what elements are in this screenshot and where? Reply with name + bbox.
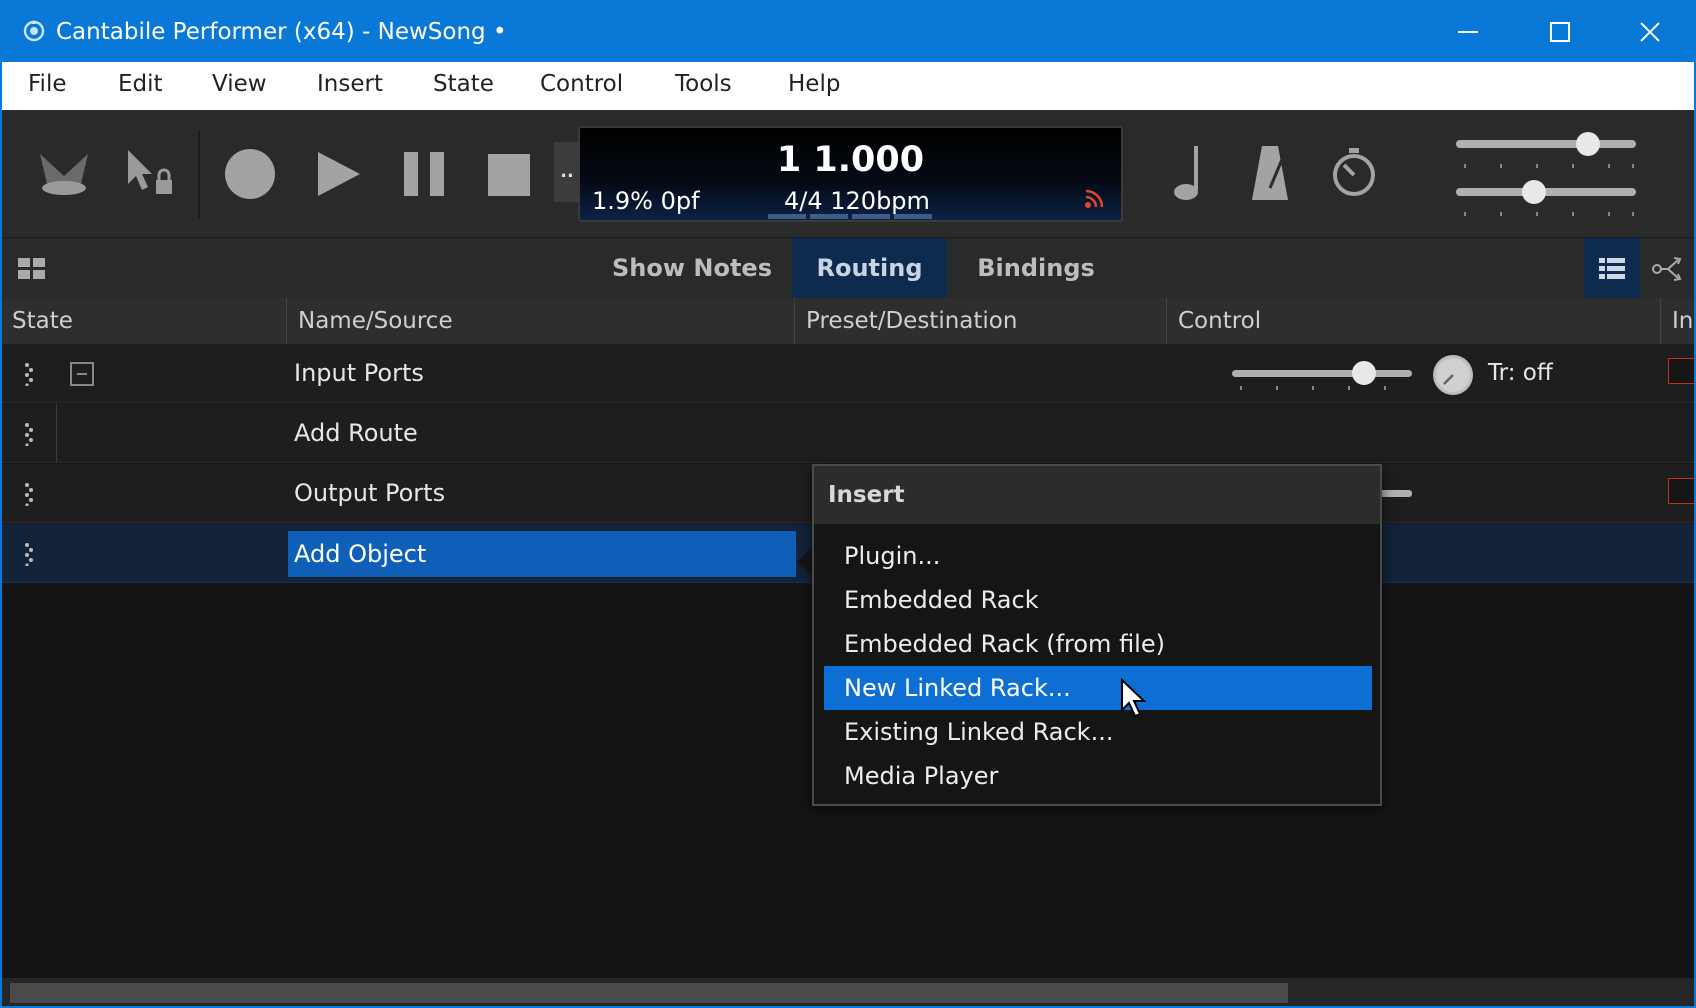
trigger-knob[interactable] bbox=[1432, 354, 1474, 396]
column-divider[interactable] bbox=[1166, 298, 1167, 344]
view-tabs-bar: Show Notes Routing Bindings bbox=[2, 238, 1694, 298]
tree-indent-line bbox=[56, 404, 57, 463]
row-name: Output Ports bbox=[294, 479, 446, 507]
tab-routing[interactable]: Routing bbox=[792, 238, 947, 298]
menu-item-existing-linked-rack[interactable]: Existing Linked Rack... bbox=[824, 710, 1372, 754]
toolbar-separator bbox=[198, 130, 200, 218]
song-position: 1 1.000 bbox=[776, 140, 925, 180]
window-title: Cantabile Performer (x64) - NewSong • bbox=[56, 19, 507, 45]
connections-view-icon[interactable] bbox=[1652, 256, 1682, 282]
play-icon[interactable] bbox=[316, 150, 362, 198]
transport-toolbar: .. 1 1.000 1.9% 0pf 4/4 120bpm bbox=[2, 110, 1694, 238]
close-icon bbox=[1640, 22, 1660, 42]
toolbar-overflow-button[interactable]: .. bbox=[554, 142, 580, 202]
midi-indicator bbox=[1668, 478, 1694, 504]
pointer-lock-icon[interactable] bbox=[122, 146, 174, 200]
menu-item-media-player[interactable]: Media Player bbox=[824, 754, 1372, 798]
grid-view-icon[interactable] bbox=[18, 258, 46, 280]
midi-indicator bbox=[1668, 358, 1694, 384]
row-name: Input Ports bbox=[294, 359, 424, 387]
timer-icon[interactable] bbox=[1330, 148, 1378, 198]
cpu-load: 1.9% 0pf bbox=[592, 187, 700, 215]
minimize-button[interactable] bbox=[1422, 2, 1514, 62]
menu-item-plugin[interactable]: Plugin... bbox=[824, 534, 1372, 578]
minimize-icon bbox=[1458, 31, 1478, 33]
close-button[interactable] bbox=[1604, 2, 1694, 62]
note-icon[interactable] bbox=[1172, 146, 1206, 202]
scrollbar-thumb[interactable] bbox=[10, 983, 1288, 1003]
menu-file[interactable]: File bbox=[28, 71, 67, 97]
add-object-button[interactable]: Add Object bbox=[288, 531, 796, 577]
column-control[interactable]: Control bbox=[1178, 298, 1261, 344]
list-view-button[interactable] bbox=[1584, 238, 1640, 298]
horizontal-scrollbar[interactable] bbox=[2, 978, 1694, 1006]
column-preset-destination[interactable]: Preset/Destination bbox=[806, 298, 1017, 344]
app-logo-icon bbox=[23, 20, 45, 42]
column-divider[interactable] bbox=[794, 298, 795, 344]
column-name-source[interactable]: Name/Source bbox=[298, 298, 453, 344]
midi-activity-icon bbox=[1085, 189, 1104, 208]
master-level-sliders[interactable] bbox=[1454, 130, 1640, 226]
drag-handle-icon[interactable] bbox=[24, 482, 34, 506]
row-add-route[interactable]: Add Route bbox=[2, 404, 1694, 463]
menu-bar: File Edit View Insert State Control Tool… bbox=[2, 62, 1694, 110]
menu-help[interactable]: Help bbox=[788, 71, 840, 97]
drag-handle-icon[interactable] bbox=[24, 542, 34, 566]
tab-show-notes[interactable]: Show Notes bbox=[606, 238, 778, 298]
popup-header: Insert bbox=[814, 466, 1380, 524]
insert-popup-menu: Insert Plugin... Embedded Rack Embedded … bbox=[812, 464, 1382, 806]
menu-control[interactable]: Control bbox=[540, 71, 623, 97]
menu-insert[interactable]: Insert bbox=[317, 71, 383, 97]
position-display[interactable]: 1 1.000 1.9% 0pf 4/4 120bpm bbox=[578, 126, 1123, 222]
input-gain-slider[interactable] bbox=[1230, 360, 1416, 390]
drag-handle-icon[interactable] bbox=[24, 362, 34, 386]
column-divider[interactable] bbox=[286, 298, 287, 344]
menu-tools[interactable]: Tools bbox=[675, 71, 732, 97]
metronome-icon[interactable] bbox=[1250, 144, 1290, 202]
list-view-icon bbox=[1599, 258, 1625, 279]
menu-edit[interactable]: Edit bbox=[118, 71, 163, 97]
drag-handle-icon[interactable] bbox=[24, 422, 34, 446]
popup-pointer bbox=[796, 548, 812, 576]
maximize-button[interactable] bbox=[1514, 2, 1606, 62]
beat-indicator bbox=[768, 214, 932, 219]
collapse-icon[interactable] bbox=[70, 362, 94, 386]
record-icon[interactable] bbox=[224, 148, 276, 200]
row-name: Add Route bbox=[294, 419, 418, 447]
column-in[interactable]: In bbox=[1672, 298, 1693, 344]
row-input-ports[interactable]: Input Ports Tr: off bbox=[2, 344, 1694, 403]
column-state[interactable]: State bbox=[12, 298, 73, 344]
menu-view[interactable]: View bbox=[212, 71, 267, 97]
menu-item-embedded-rack-from-file[interactable]: Embedded Rack (from file) bbox=[824, 622, 1372, 666]
spotlight-icon[interactable] bbox=[36, 148, 92, 198]
tempo-signature: 4/4 120bpm bbox=[784, 187, 930, 215]
row-name: Add Object bbox=[294, 540, 427, 568]
routing-column-header: State Name/Source Preset/Destination Con… bbox=[2, 298, 1694, 345]
menu-item-new-linked-rack[interactable]: New Linked Rack... bbox=[824, 666, 1372, 710]
menu-state[interactable]: State bbox=[433, 71, 494, 97]
maximize-icon bbox=[1550, 22, 1570, 42]
pause-icon[interactable] bbox=[404, 152, 444, 196]
mouse-cursor-icon bbox=[1121, 678, 1147, 718]
tab-bindings[interactable]: Bindings bbox=[962, 238, 1110, 298]
menu-item-embedded-rack[interactable]: Embedded Rack bbox=[824, 578, 1372, 622]
column-divider[interactable] bbox=[1660, 298, 1661, 344]
title-bar[interactable]: Cantabile Performer (x64) - NewSong • bbox=[2, 2, 1694, 62]
app-window: Cantabile Performer (x64) - NewSong • Fi… bbox=[0, 0, 1696, 1008]
trigger-status: Tr: off bbox=[1488, 360, 1553, 386]
stop-icon[interactable] bbox=[488, 154, 530, 196]
